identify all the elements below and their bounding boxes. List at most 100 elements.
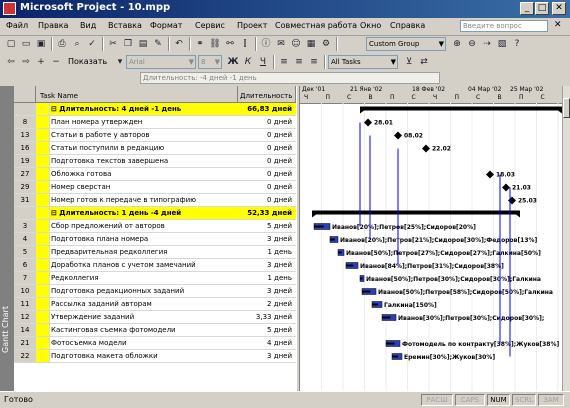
show-dropdown-icon[interactable]: ▾: [113, 55, 127, 69]
summary-bar[interactable]: [312, 210, 520, 215]
split-task-icon[interactable]: ⫿: [238, 37, 252, 51]
new-icon[interactable]: ▢: [4, 37, 18, 51]
task-name-cell[interactable]: Утверждение заданий: [51, 311, 237, 323]
copy-icon[interactable]: ❐: [121, 37, 135, 51]
help-question-input[interactable]: Введите вопрос: [460, 20, 548, 32]
spelling-icon[interactable]: ✓: [85, 37, 99, 51]
table-row[interactable]: 12 Утверждение заданий 3,33 дней: [14, 311, 296, 324]
table-row[interactable]: 29 Номер сверстан 0 дней: [14, 181, 296, 194]
menu-view[interactable]: Вид: [80, 21, 96, 30]
duration-cell[interactable]: 3,33 дней: [238, 311, 292, 323]
duration-header[interactable]: Длительность: [238, 86, 296, 103]
align-left-icon[interactable]: ≡: [277, 55, 291, 69]
show-subtasks-icon[interactable]: +: [34, 55, 48, 69]
task-progress[interactable]: [362, 290, 371, 293]
autofilter-icon[interactable]: ⊻: [402, 55, 416, 69]
duration-cell[interactable]: 3 дней: [238, 285, 292, 297]
task-progress[interactable]: [382, 316, 391, 319]
row-id[interactable]: 16: [14, 142, 37, 154]
task-progress[interactable]: [372, 303, 378, 306]
menu-insert[interactable]: Вставка: [108, 21, 142, 30]
align-right-icon[interactable]: ≡: [307, 55, 321, 69]
task-name-cell[interactable]: Подготовка текстов завершена: [51, 155, 237, 167]
open-icon[interactable]: ▭: [19, 37, 33, 51]
duration-cell[interactable]: 52,33 дней: [238, 207, 292, 219]
duration-cell[interactable]: 0 дней: [238, 168, 292, 180]
task-progress[interactable]: [386, 342, 395, 345]
tools-icon[interactable]: ⚙: [319, 37, 333, 51]
task-name-cell[interactable]: Доработка планов с учетом замечаний: [51, 259, 237, 271]
row-id[interactable]: 22: [14, 350, 37, 362]
duration-cell[interactable]: 0 дней: [238, 142, 292, 154]
duration-cell[interactable]: 3 дней: [238, 350, 292, 362]
menu-file[interactable]: Файл: [6, 21, 28, 30]
task-notes-icon[interactable]: ✉: [274, 37, 288, 51]
maximize-button[interactable]: □: [535, 2, 549, 15]
duration-cell[interactable]: 5 дней: [238, 324, 292, 336]
table-row[interactable]: 8 План номера утвержден 0 дней: [14, 116, 296, 129]
copy-picture-icon[interactable]: ▧: [495, 37, 509, 51]
table-row[interactable]: 6 Доработка планов с учетом замечаний 3 дн…: [14, 259, 296, 272]
duration-cell[interactable]: 5 дней: [238, 220, 292, 232]
group-dropdown[interactable]: Custom Group ▼: [366, 37, 446, 51]
group-summary-row[interactable]: ⊟ Длительность: 1 день -4 дней 52,33 дней: [14, 207, 296, 220]
row-id[interactable]: 19: [14, 155, 37, 167]
menu-help[interactable]: Справка: [390, 21, 425, 30]
table-row[interactable]: 21 Фотосъемка модели 4 дней: [14, 337, 296, 350]
task-name-cell[interactable]: Предварительная редколлегия: [51, 246, 237, 258]
duration-cell[interactable]: 2 дней: [238, 298, 292, 310]
font-dropdown[interactable]: Arial ▼: [126, 55, 196, 69]
close-button[interactable]: ✕: [552, 2, 566, 15]
paste-icon[interactable]: ▤: [136, 37, 150, 51]
table-row[interactable]: 10 Подготовка редакционных заданий 3 дней: [14, 285, 296, 298]
task-name-cell[interactable]: Подготовка редакционных заданий: [51, 285, 237, 297]
task-name-cell[interactable]: Статьи в работе у авторов: [51, 129, 237, 141]
align-center-icon[interactable]: ≡: [292, 55, 306, 69]
duration-cell[interactable]: 0 дней: [238, 155, 292, 167]
table-row[interactable]: 5 Предварительная редколлегия 1 день: [14, 246, 296, 259]
print-preview-icon[interactable]: ⌕: [70, 37, 84, 51]
help-icon[interactable]: ?: [510, 37, 524, 51]
task-name-cell[interactable]: Кастинговая съемка фотомодели: [51, 324, 237, 336]
duration-cell[interactable]: 1 день: [238, 272, 292, 284]
task-name-cell[interactable]: ⊟ Длительность: 1 день -4 дней: [51, 207, 237, 219]
task-name-cell[interactable]: Обложка готова: [51, 168, 237, 180]
summary-bar[interactable]: [360, 106, 562, 111]
font-size-dropdown[interactable]: 8 ▼: [198, 55, 222, 69]
row-id[interactable]: 7: [14, 272, 37, 284]
row-id[interactable]: 10: [14, 285, 37, 297]
task-name-cell[interactable]: ⊟ Длительность: 4 дней -1 день: [51, 103, 237, 115]
indent-icon[interactable]: ⇨: [19, 55, 33, 69]
menu-format[interactable]: Формат: [150, 21, 182, 30]
scrollbar-thumb[interactable]: [563, 98, 570, 118]
undo-icon[interactable]: ↶: [172, 37, 186, 51]
task-name-cell[interactable]: Подготовка плана номера: [51, 233, 237, 245]
italic-icon[interactable]: К: [241, 55, 255, 69]
outdent-icon[interactable]: ⇦: [4, 55, 18, 69]
row-id[interactable]: 11: [14, 298, 37, 310]
task-name-cell[interactable]: План номера утвержден: [51, 116, 237, 128]
duration-cell[interactable]: 3 дней: [238, 233, 292, 245]
duration-cell[interactable]: 3 дней: [238, 259, 292, 271]
row-id[interactable]: 13: [14, 129, 37, 141]
duration-cell[interactable]: 66,83 дней: [238, 103, 292, 115]
table-row[interactable]: 19 Подготовка текстов завершена 0 дней: [14, 155, 296, 168]
row-id[interactable]: 3: [14, 220, 37, 232]
group-summary-row[interactable]: ⊟ Длительность: 4 дней -1 день 66,83 дней: [14, 103, 296, 116]
menu-project[interactable]: Проект: [237, 21, 267, 30]
menu-collaborate[interactable]: Совместная работа: [275, 21, 357, 30]
table-row[interactable]: 3 Сбор предложений от авторов 5 дней: [14, 220, 296, 233]
duration-cell[interactable]: 4 дней: [238, 337, 292, 349]
minimize-button[interactable]: _: [520, 2, 534, 15]
row-id[interactable]: 12: [14, 311, 37, 323]
gantt-wizard-icon[interactable]: ⇄: [417, 55, 431, 69]
assign-resources-icon[interactable]: ☺: [289, 37, 303, 51]
select-all-corner[interactable]: [14, 86, 36, 103]
app-icon[interactable]: [3, 2, 16, 15]
row-id[interactable]: 27: [14, 168, 37, 180]
cut-icon[interactable]: ✂: [106, 37, 120, 51]
duration-cell[interactable]: 0 дней: [238, 181, 292, 193]
table-row[interactable]: 31 Номер готов к передаче в типографию 0 д…: [14, 194, 296, 207]
row-id[interactable]: [14, 207, 37, 219]
duration-cell[interactable]: 0 дней: [238, 116, 292, 128]
